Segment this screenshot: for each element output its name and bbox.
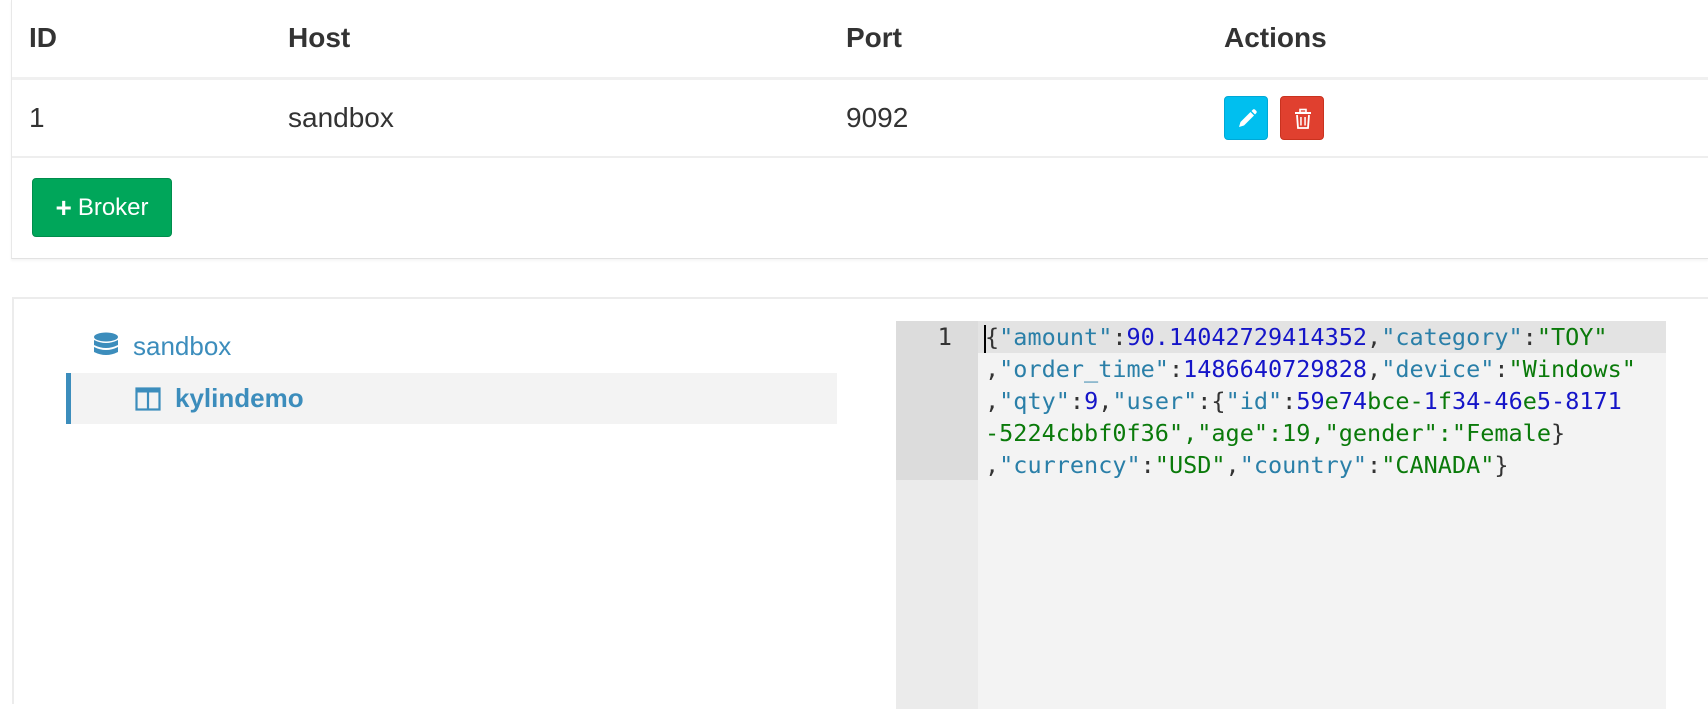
plus-icon: + <box>55 191 72 223</box>
tree-node-table-label: kylindemo <box>175 383 304 413</box>
code-line: {"amount":90.14042729414352,"category":"… <box>985 323 1608 351</box>
edit-broker-button[interactable] <box>1224 95 1268 140</box>
code-line: ,"order_time":1486640729828,"device":"Wi… <box>985 355 1636 383</box>
message-code-viewer[interactable]: 1 {"amount":90.14042729414352,"category"… <box>896 321 1666 709</box>
add-broker-label: Broker <box>77 193 149 221</box>
code-line: ,"qty":9,"user":{"id":59e74bce-1f34-46e5… <box>985 387 1622 415</box>
tree-node-database-label: sandbox <box>133 330 232 361</box>
column-header-host: Host <box>271 0 829 80</box>
table-header-row: ID Host Port Actions <box>12 0 1708 80</box>
code-line: ,"currency":"USD","country":"CANADA"} <box>985 451 1509 479</box>
broker-actions-cell <box>1207 78 1708 158</box>
pencil-icon <box>1239 108 1257 127</box>
tree-node-database[interactable]: sandbox <box>93 329 231 363</box>
code-line: -5224cbbf0f36","age":19,"gender":"Female… <box>985 419 1566 447</box>
brokers-panel: ID Host Port Actions 1 sandbox 9092 + Br… <box>11 0 1708 259</box>
code-gutter: 1 <box>896 321 978 709</box>
trash-icon <box>1294 108 1311 129</box>
line-number: 1 <box>937 323 952 351</box>
add-broker-button[interactable]: + Broker <box>32 178 172 237</box>
broker-id-cell: 1 <box>12 78 271 158</box>
code-text[interactable]: {"amount":90.14042729414352,"category":"… <box>985 321 1661 481</box>
broker-host-cell: sandbox <box>271 78 829 158</box>
broker-port-cell: 9092 <box>829 78 1207 158</box>
table-row: 1 sandbox 9092 <box>12 78 1708 158</box>
column-header-port: Port <box>829 0 1207 80</box>
database-icon <box>94 332 118 355</box>
delete-broker-button[interactable] <box>1279 95 1324 140</box>
table-columns-icon <box>135 386 161 411</box>
explorer-panel: sandbox kylindemo 1 {"amount":90.1404272… <box>12 297 1708 709</box>
column-header-actions: Actions <box>1207 0 1708 80</box>
brokers-table: ID Host Port Actions 1 sandbox 9092 <box>12 0 1708 158</box>
column-header-id: ID <box>12 0 271 80</box>
tree-node-table[interactable]: kylindemo <box>66 373 837 424</box>
